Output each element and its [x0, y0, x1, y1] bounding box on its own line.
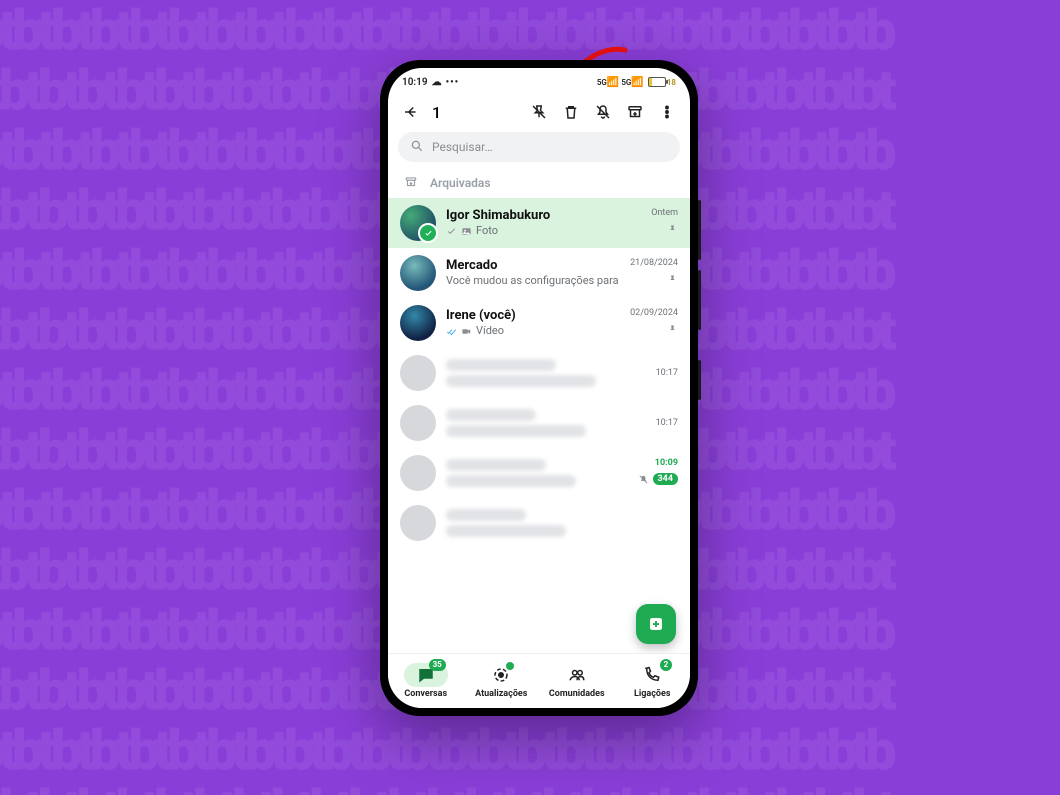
- status-time: 10:19: [402, 77, 428, 88]
- nav-label: Conversas: [404, 689, 447, 699]
- chat-sub: Foto: [476, 224, 498, 238]
- nav-label: Atualizações: [475, 689, 527, 699]
- nav-ligacoes[interactable]: 2 Ligações: [615, 654, 691, 708]
- nav-badge: 2: [660, 659, 673, 671]
- mute-button[interactable]: [590, 99, 616, 125]
- chat-list: Igor Shimabukuro Foto Ontem: [388, 198, 690, 548]
- chat-name: Mercado: [446, 258, 620, 274]
- chat-row[interactable]: Mercado Você mudou as configurações para…: [388, 248, 690, 298]
- unpin-button[interactable]: [526, 99, 552, 125]
- pin-icon: [667, 320, 678, 339]
- nav-label: Ligações: [634, 689, 670, 699]
- chat-row[interactable]: Irene (você) Vídeo 02/09/2024: [388, 298, 690, 348]
- nav-atualizacoes[interactable]: Atualizações: [464, 654, 540, 708]
- chat-time: 02/09/2024: [630, 308, 678, 318]
- avatar: [400, 255, 436, 291]
- search-placeholder: Pesquisar…: [432, 140, 493, 154]
- chat-row-blurred[interactable]: 10:17: [388, 398, 690, 448]
- nav-label: Comunidades: [549, 689, 605, 699]
- archived-row[interactable]: Arquivadas: [388, 168, 690, 198]
- archive-button[interactable]: [622, 99, 648, 125]
- status-cloud-icon: ☁: [432, 77, 442, 88]
- chat-row-blurred[interactable]: 10:17: [388, 348, 690, 398]
- chat-row-blurred[interactable]: 10:09 344: [388, 448, 690, 498]
- bottom-nav: 35 Conversas Atualizações Comunidades: [388, 653, 690, 708]
- selected-check-icon: [418, 223, 438, 243]
- more-button[interactable]: [654, 99, 680, 125]
- chat-time: 10:09: [655, 458, 678, 468]
- chat-name: Igor Shimabukuro: [446, 208, 641, 224]
- selection-count: 1: [430, 103, 441, 122]
- chat-sub: Você mudou as configurações para per…: [446, 274, 620, 288]
- battery-indicator: 18: [648, 77, 676, 87]
- muted-icon: [638, 470, 649, 489]
- nav-dot: [505, 661, 515, 671]
- back-button[interactable]: [398, 99, 424, 125]
- status-more-icon: •••: [446, 77, 460, 88]
- tick-double-icon: [446, 326, 457, 337]
- avatar: [400, 405, 436, 441]
- communities-icon: [568, 666, 586, 684]
- signal-5g-2: 5G📶: [621, 77, 643, 88]
- new-chat-fab[interactable]: [636, 604, 676, 644]
- delete-button[interactable]: [558, 99, 584, 125]
- status-bar: 10:19 ☁ ••• 5G📶 5G📶 18: [388, 68, 690, 94]
- photo-icon: [461, 226, 472, 237]
- avatar: [400, 455, 436, 491]
- archive-icon: [404, 175, 418, 192]
- avatar: [400, 355, 436, 391]
- nav-badge: 35: [429, 659, 446, 671]
- pin-icon: [667, 220, 678, 239]
- avatar: [400, 205, 436, 241]
- chat-row-blurred[interactable]: [388, 498, 690, 548]
- search-input[interactable]: Pesquisar…: [398, 132, 680, 162]
- chat-time: 10:17: [656, 418, 678, 428]
- pin-icon: [667, 270, 678, 289]
- chat-name: Irene (você): [446, 308, 620, 324]
- search-icon: [410, 139, 424, 156]
- chat-time: Ontem: [651, 208, 678, 218]
- unread-badge: 344: [653, 473, 679, 485]
- selection-toolbar: 1: [388, 94, 690, 130]
- phone-frame: 10:19 ☁ ••• 5G📶 5G📶 18 1: [380, 60, 698, 716]
- chat-row[interactable]: Igor Shimabukuro Foto Ontem: [388, 198, 690, 248]
- video-icon: [461, 326, 472, 337]
- avatar: [400, 305, 436, 341]
- nav-conversas[interactable]: 35 Conversas: [388, 654, 464, 708]
- calls-icon: [643, 666, 661, 684]
- nav-comunidades[interactable]: Comunidades: [539, 654, 615, 708]
- chat-time: 10:17: [656, 368, 678, 378]
- archived-label: Arquivadas: [430, 176, 491, 190]
- chat-time: 21/08/2024: [630, 258, 678, 268]
- tick-single-icon: [446, 226, 457, 237]
- chat-sub: Vídeo: [476, 324, 504, 338]
- signal-5g-1: 5G📶: [597, 77, 619, 88]
- avatar: [400, 505, 436, 541]
